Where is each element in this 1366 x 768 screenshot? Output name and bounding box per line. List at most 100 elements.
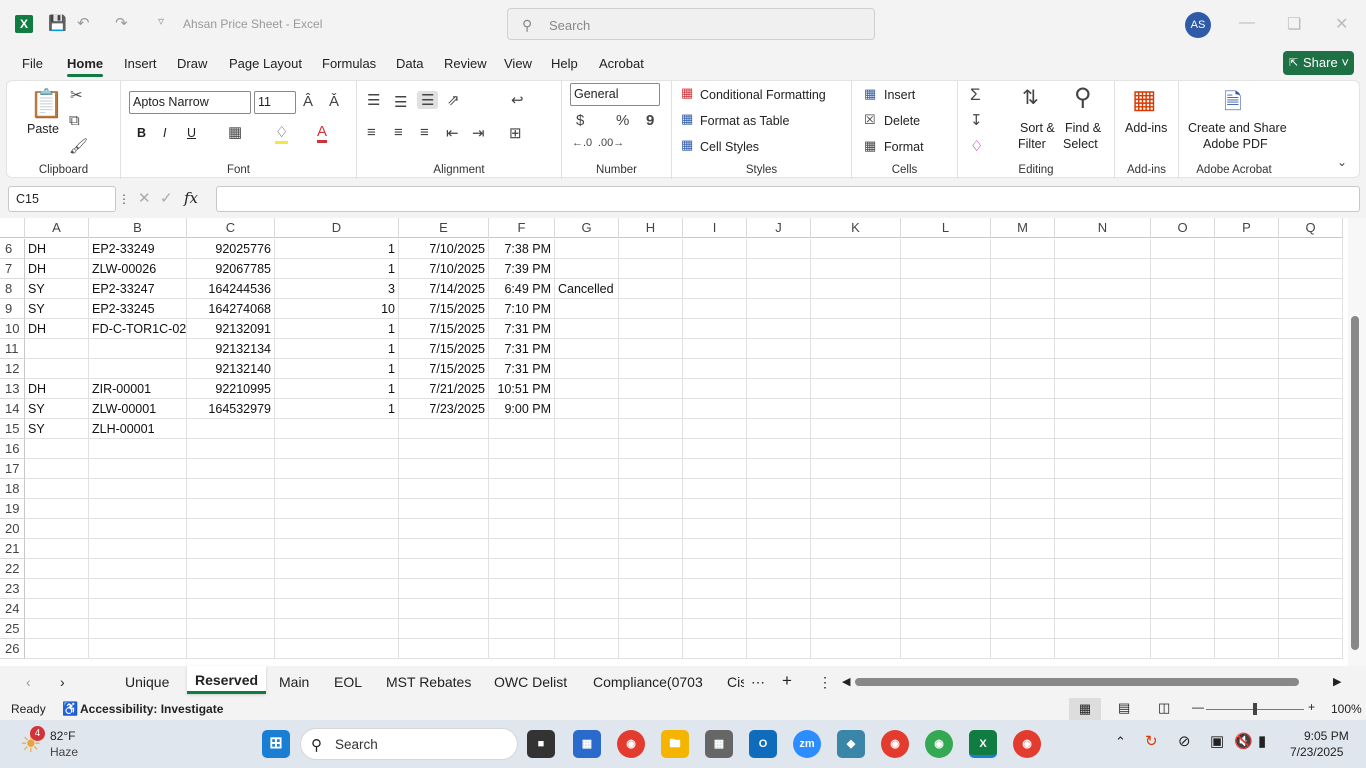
cell-b17[interactable]	[89, 459, 187, 479]
cell-k14[interactable]	[811, 399, 901, 419]
cell-f17[interactable]	[489, 459, 555, 479]
cell-n12[interactable]	[1055, 359, 1151, 379]
cell-j7[interactable]	[747, 259, 811, 279]
wrap-text-icon[interactable]: ↩	[511, 91, 524, 109]
row-header[interactable]: 15	[0, 419, 25, 439]
middle-align-icon[interactable]: ☰	[394, 93, 407, 111]
sort-filter-line1[interactable]: Sort &	[1020, 121, 1055, 135]
cell-l21[interactable]	[901, 539, 991, 559]
cell-b18[interactable]	[89, 479, 187, 499]
cell-m10[interactable]	[991, 319, 1055, 339]
cell-l24[interactable]	[901, 599, 991, 619]
cell-c17[interactable]	[187, 459, 275, 479]
cell-m22[interactable]	[991, 559, 1055, 579]
row-header[interactable]: 23	[0, 579, 25, 599]
cell-h19[interactable]	[619, 499, 683, 519]
cell-o11[interactable]	[1151, 339, 1215, 359]
insert-function-icon[interactable]: fx	[184, 189, 198, 207]
copy-icon[interactable]: ⧉	[69, 112, 80, 129]
cell-a21[interactable]	[25, 539, 89, 559]
cell-h14[interactable]	[619, 399, 683, 419]
namebox-menu-icon[interactable]: ⋮	[118, 192, 130, 206]
cell-j22[interactable]	[747, 559, 811, 579]
cell-k12[interactable]	[811, 359, 901, 379]
italic-button[interactable]: I	[163, 126, 166, 140]
cell-a8[interactable]: SY	[25, 279, 89, 299]
cell-q23[interactable]	[1279, 579, 1343, 599]
cell-j13[interactable]	[747, 379, 811, 399]
page-layout-view-icon[interactable]: ▤	[1118, 700, 1130, 716]
cell-f18[interactable]	[489, 479, 555, 499]
cell-i25[interactable]	[683, 619, 747, 639]
tab-home[interactable]: Home	[67, 56, 104, 77]
display-icon[interactable]: ▣	[1210, 732, 1224, 750]
cell-i16[interactable]	[683, 439, 747, 459]
cell-a7[interactable]: DH	[25, 259, 89, 279]
cell-a9[interactable]: SY	[25, 299, 89, 319]
cell-b20[interactable]	[89, 519, 187, 539]
row-header[interactable]: 18	[0, 479, 25, 499]
cell-i26[interactable]	[683, 639, 747, 659]
increase-indent-icon[interactable]: ⇥	[472, 124, 485, 142]
undo-icon[interactable]: ↶	[77, 14, 90, 32]
cell-h11[interactable]	[619, 339, 683, 359]
sheet-options-icon[interactable]: ⋮	[818, 674, 832, 691]
cell-d7[interactable]: 1	[275, 259, 399, 279]
outlook-icon[interactable]: O	[749, 730, 777, 758]
cell-q9[interactable]	[1279, 299, 1343, 319]
cell-n19[interactable]	[1055, 499, 1151, 519]
row-header[interactable]: 12	[0, 359, 25, 379]
align-right-icon[interactable]: ≡	[420, 124, 429, 141]
decrease-decimal-icon[interactable]: .00→	[598, 137, 624, 149]
cell-o16[interactable]	[1151, 439, 1215, 459]
top-align-icon[interactable]: ☰	[367, 91, 380, 109]
scroll-right-icon[interactable]: ▶	[1333, 675, 1341, 688]
paste-button[interactable]: Paste	[27, 122, 59, 136]
cell-g13[interactable]	[555, 379, 619, 399]
prev-sheet-icon[interactable]: ‹	[26, 674, 31, 690]
cell-a20[interactable]	[25, 519, 89, 539]
row-header[interactable]: 17	[0, 459, 25, 479]
cell-g18[interactable]	[555, 479, 619, 499]
cell-c10[interactable]: 92132091	[187, 319, 275, 339]
cell-a18[interactable]	[25, 479, 89, 499]
cell-j16[interactable]	[747, 439, 811, 459]
orientation-icon[interactable]: ⇗	[447, 91, 460, 109]
tray-overflow-icon[interactable]: ⌃	[1115, 734, 1126, 750]
cell-l20[interactable]	[901, 519, 991, 539]
cell-k15[interactable]	[811, 419, 901, 439]
cell-b21[interactable]	[89, 539, 187, 559]
battery-icon[interactable]: ▮	[1258, 732, 1266, 750]
cell-q19[interactable]	[1279, 499, 1343, 519]
cell-b14[interactable]: ZLW-00001	[89, 399, 187, 419]
cell-h6[interactable]	[619, 239, 683, 259]
cell-a17[interactable]	[25, 459, 89, 479]
cell-o24[interactable]	[1151, 599, 1215, 619]
create-pdf-line1[interactable]: Create and Share	[1188, 121, 1287, 135]
bold-button[interactable]: B	[137, 126, 146, 140]
cell-q21[interactable]	[1279, 539, 1343, 559]
cell-g21[interactable]	[555, 539, 619, 559]
formula-input[interactable]	[216, 186, 1360, 212]
cell-f16[interactable]	[489, 439, 555, 459]
row-header[interactable]: 24	[0, 599, 25, 619]
cell-h16[interactable]	[619, 439, 683, 459]
store-app-icon[interactable]: ▦	[573, 730, 601, 758]
cell-c9[interactable]: 164274068	[187, 299, 275, 319]
cell-i9[interactable]	[683, 299, 747, 319]
cell-n23[interactable]	[1055, 579, 1151, 599]
cell-b23[interactable]	[89, 579, 187, 599]
column-header-k[interactable]: K	[811, 218, 901, 238]
cell-i21[interactable]	[683, 539, 747, 559]
cell-e22[interactable]	[399, 559, 489, 579]
tab-review[interactable]: Review	[444, 56, 487, 71]
cell-b15[interactable]: ZLH-00001	[89, 419, 187, 439]
horizontal-scroll-thumb[interactable]	[855, 678, 1299, 686]
delete-cells-button[interactable]: Delete	[884, 114, 920, 128]
cell-d17[interactable]	[275, 459, 399, 479]
cell-h25[interactable]	[619, 619, 683, 639]
cell-f21[interactable]	[489, 539, 555, 559]
cell-n21[interactable]	[1055, 539, 1151, 559]
column-header-p[interactable]: P	[1215, 218, 1279, 238]
cell-h22[interactable]	[619, 559, 683, 579]
